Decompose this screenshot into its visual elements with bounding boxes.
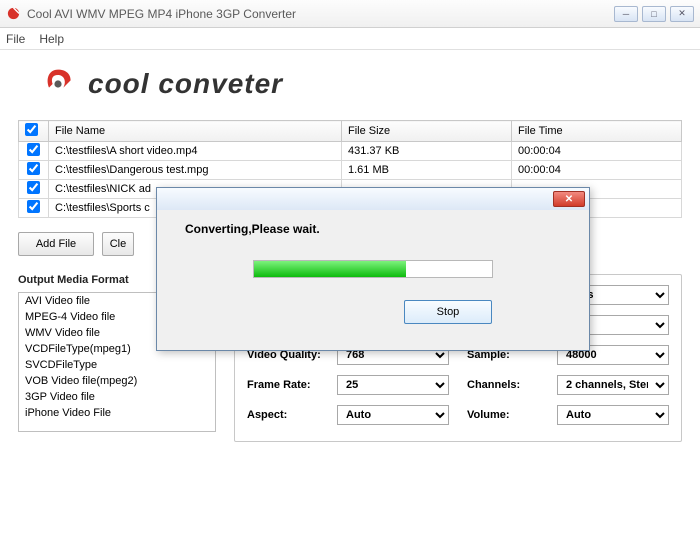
cell-filetime: 00:00:04 (512, 142, 682, 161)
header-filetime[interactable]: File Time (512, 121, 682, 142)
logo-text: cool conveter (88, 68, 283, 100)
app-icon (6, 6, 21, 21)
stop-button[interactable]: Stop (404, 300, 492, 324)
dialog-close-button[interactable]: ✕ (553, 191, 585, 207)
channels-select[interactable]: 2 channels, Ster (557, 375, 669, 395)
cell-filetime: 00:00:04 (512, 161, 682, 180)
logo: cool conveter (18, 60, 682, 120)
volume-select[interactable]: Auto (557, 405, 669, 425)
header-checkbox[interactable] (19, 121, 49, 142)
table-row[interactable]: C:\testfiles\Dangerous test.mpg1.61 MB00… (19, 161, 682, 180)
channels-label: Channels: (467, 379, 557, 391)
volume-label: Volume: (467, 409, 557, 421)
list-item[interactable]: iPhone Video File (19, 405, 215, 421)
maximize-button[interactable]: □ (642, 6, 666, 22)
header-filename[interactable]: File Name (49, 121, 342, 142)
clear-button[interactable]: Cle (102, 232, 134, 256)
progress-bar (253, 260, 493, 278)
menu-file[interactable]: File (6, 32, 25, 46)
cell-filename: C:\testfiles\Dangerous test.mpg (49, 161, 342, 180)
row-checkbox[interactable] (27, 181, 40, 194)
progress-fill (254, 261, 406, 277)
cell-filesize: 1.61 MB (342, 161, 512, 180)
row-checkbox[interactable] (27, 143, 40, 156)
row-checkbox[interactable] (27, 200, 40, 213)
list-item[interactable]: SVCDFileType (19, 357, 215, 373)
dialog-message: Converting,Please wait. (185, 222, 561, 236)
menu-bar: File Help (0, 28, 700, 50)
list-item[interactable]: VOB Video file(mpeg2) (19, 373, 215, 389)
aspect-label: Aspect: (247, 409, 337, 421)
dialog-titlebar[interactable]: ✕ (157, 188, 589, 210)
frame-rate-select[interactable]: 25 (337, 375, 449, 395)
progress-dialog: ✕ Converting,Please wait. Stop (156, 187, 590, 351)
title-bar: Cool AVI WMV MPEG MP4 iPhone 3GP Convert… (0, 0, 700, 28)
list-item[interactable]: 3GP Video file (19, 389, 215, 405)
row-checkbox[interactable] (27, 162, 40, 175)
window-title: Cool AVI WMV MPEG MP4 iPhone 3GP Convert… (27, 7, 614, 21)
add-file-button[interactable]: Add File (18, 232, 94, 256)
table-row[interactable]: C:\testfiles\A short video.mp4431.37 KB0… (19, 142, 682, 161)
aspect-select[interactable]: Auto (337, 405, 449, 425)
header-filesize[interactable]: File Size (342, 121, 512, 142)
menu-help[interactable]: Help (39, 32, 64, 46)
cell-filesize: 431.37 KB (342, 142, 512, 161)
logo-icon (40, 66, 76, 102)
cell-filename: C:\testfiles\A short video.mp4 (49, 142, 342, 161)
minimize-button[interactable]: ─ (614, 6, 638, 22)
close-button[interactable]: ✕ (670, 6, 694, 22)
frame-rate-label: Frame Rate: (247, 379, 337, 391)
